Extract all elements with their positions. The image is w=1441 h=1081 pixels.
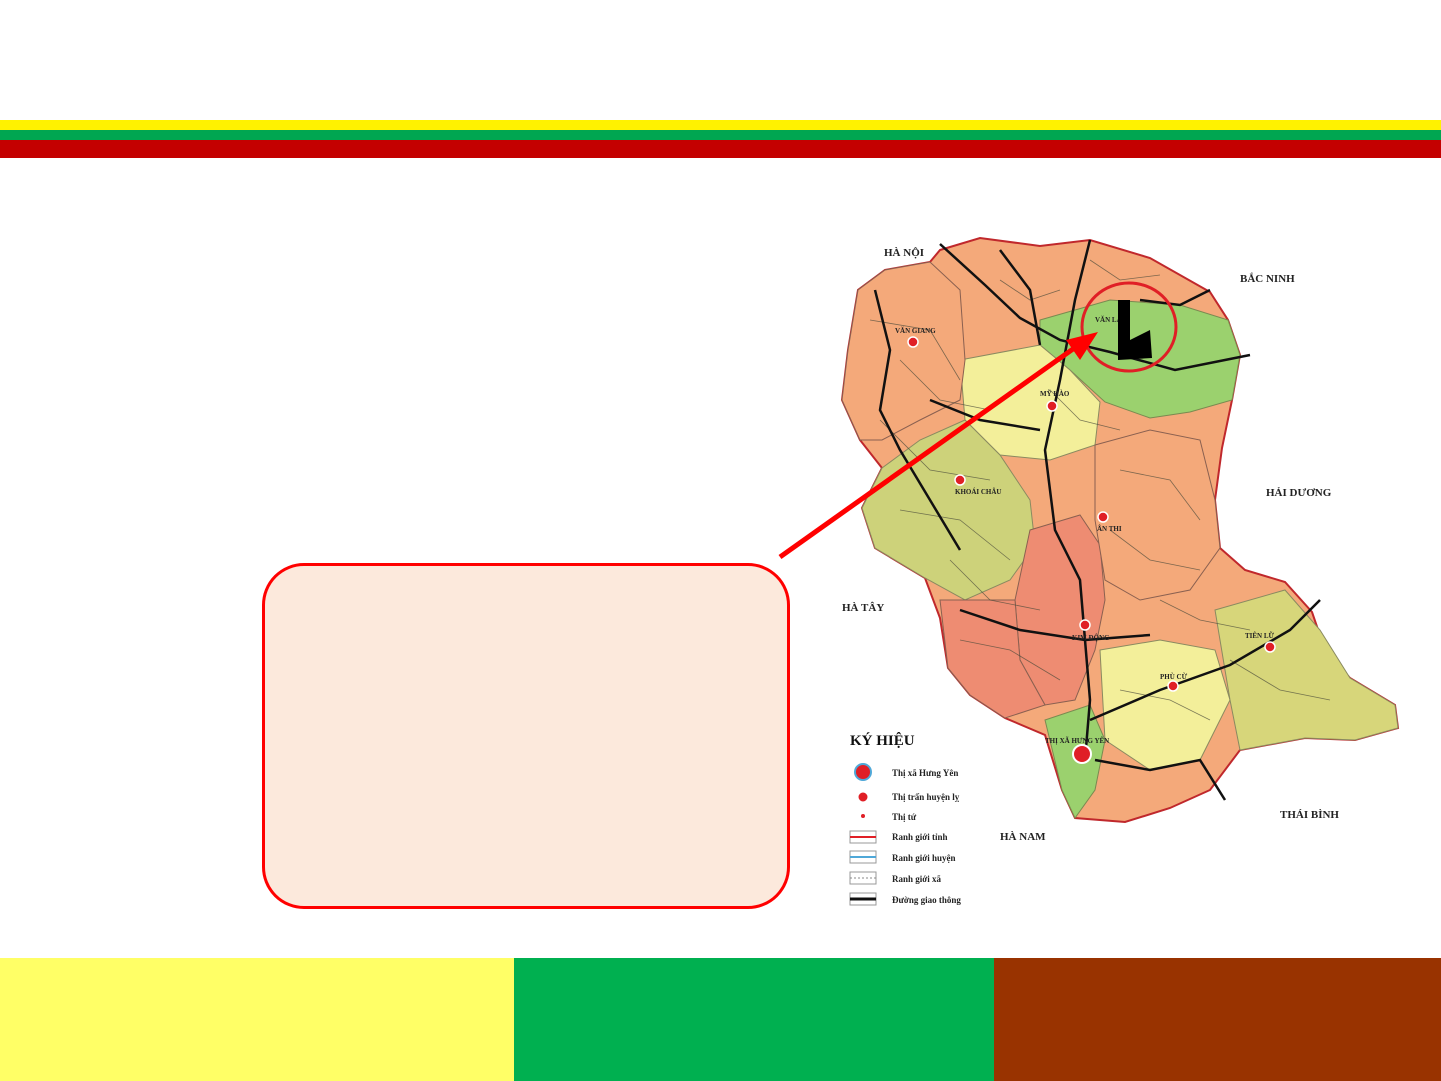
label-ha-noi: HÀ NỘI: [884, 246, 924, 259]
town-marker-kim-dong: [1079, 619, 1091, 631]
label-bac-ninh: BẮC NINH: [1240, 272, 1295, 285]
legend-item-town: Thị trấn huyện lỵ: [892, 792, 960, 802]
region-an-thi: [1094, 429, 1221, 601]
town-marker-tien-lu: [1264, 641, 1276, 653]
town-marker-van-giang: [907, 336, 919, 348]
town-marker-my-hao: [1046, 400, 1058, 412]
legend-title: KÝ HIỆU: [850, 732, 915, 749]
label-hung-yen: THỊ XÃ HƯNG YÊN: [1045, 737, 1109, 745]
town-marker-khoai-chau: [954, 474, 966, 486]
town-marker-hung-yen: [1072, 744, 1092, 764]
label-ha-tay: HÀ TÂY: [842, 602, 884, 614]
label-ha-nam: HÀ NAM: [1000, 831, 1046, 843]
label-phu-cu: PHÙ CỪ: [1160, 673, 1188, 681]
footer-panel-brown: [994, 958, 1441, 1081]
legend-item-road: Đường giao thông: [892, 895, 961, 905]
label-kim-dong: KIM ĐỘNG: [1072, 634, 1110, 642]
label-my-hao: MỸ HÀO: [1040, 390, 1070, 398]
label-khoai-chau: KHOÁI CHÂU: [955, 488, 1001, 496]
label-thai-binh: THÁI BÌNH: [1280, 809, 1339, 821]
legend-item-commune-border: Ranh giới xã: [892, 874, 941, 884]
legend-symbol-village: [861, 814, 865, 818]
town-marker-phu-cu: [1167, 680, 1179, 692]
legend-item-city: Thị xã Hưng Yên: [892, 768, 958, 778]
legend-symbol-city: [854, 763, 872, 781]
footer-panel-green: [514, 958, 994, 1081]
legend-item-village: Thị tứ: [892, 812, 917, 822]
map-legend: KÝ HIỆU Thị xã Hưng Yên Thị trấn huyện l…: [849, 732, 961, 906]
label-tien-lu: TIÊN LỮ: [1245, 632, 1275, 640]
label-an-thi: ÂN THI: [1097, 525, 1122, 533]
legend-item-province-border: Ranh giới tỉnh: [892, 832, 948, 842]
town-marker-an-thi: [1097, 511, 1109, 523]
label-van-giang: VĂN GIANG: [895, 327, 936, 335]
legend-symbol-town: [857, 791, 869, 803]
label-hai-duong: HẢI DƯƠNG: [1266, 487, 1332, 499]
footer-panel-yellow: [0, 958, 514, 1081]
province-map: HÀ NỘI BẮC NINH HẢI DƯƠNG HÀ TÂY HÀ NAM …: [778, 236, 1400, 906]
legend-item-district-border: Ranh giới huyện: [892, 853, 956, 863]
